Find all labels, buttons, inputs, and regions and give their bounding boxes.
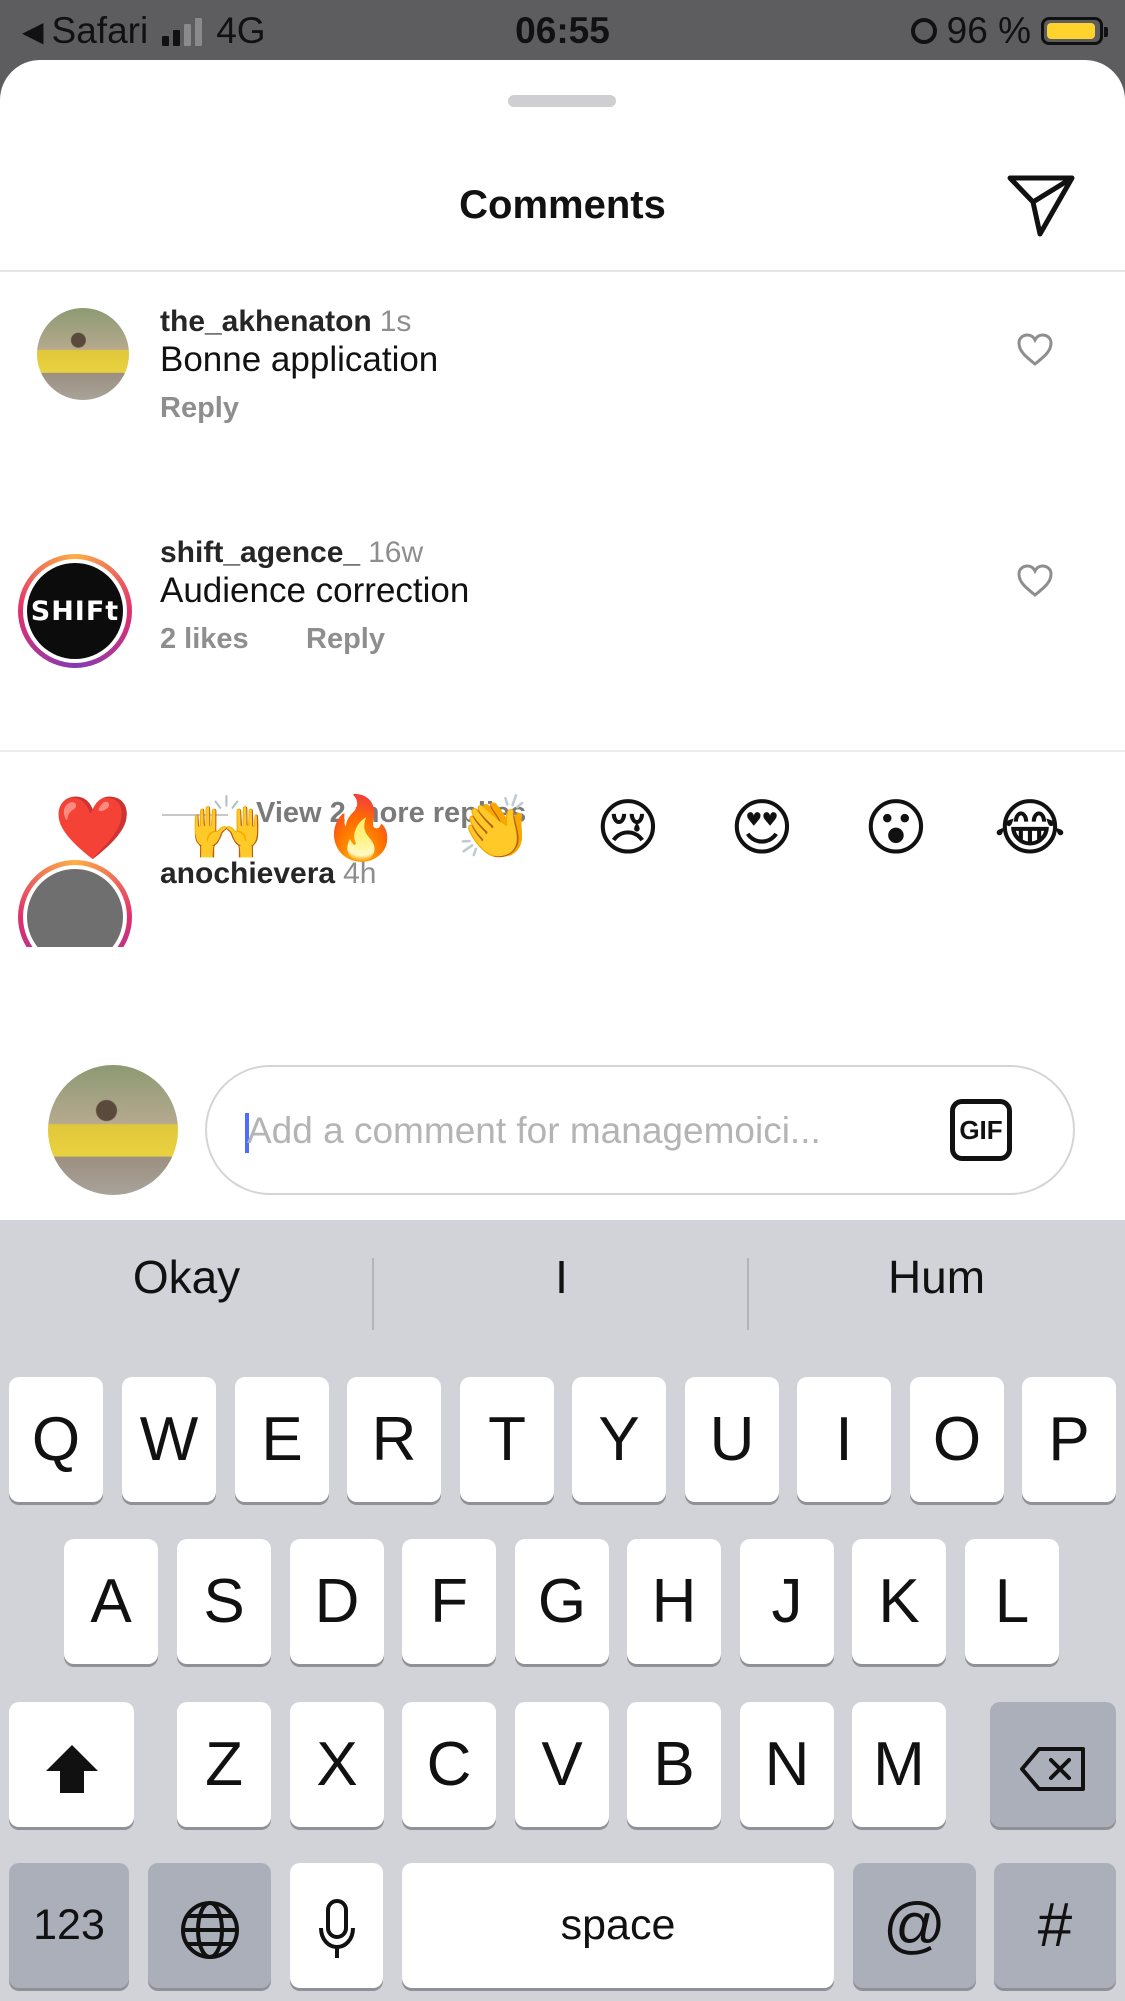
status-bar: ◀ Safari 4G 06:55 96 % <box>0 0 1125 62</box>
battery-percent: 96 % <box>946 10 1031 51</box>
my-avatar[interactable] <box>48 1065 178 1195</box>
page-title: Comments <box>459 183 666 227</box>
comment-text: Audience correction <box>160 571 470 610</box>
battery-icon <box>1041 17 1108 45</box>
emoji-surprised[interactable]: 😮 <box>858 790 934 866</box>
key-n[interactable]: N <box>740 1702 834 1827</box>
emoji-crying[interactable]: 😢 <box>590 790 666 866</box>
key-z[interactable]: Z <box>177 1702 271 1827</box>
sheet-grabber[interactable] <box>508 95 616 107</box>
suggestion-divider <box>747 1258 749 1330</box>
emoji-raised-hands[interactable]: 🙌 <box>188 790 265 866</box>
key-p[interactable]: P <box>1022 1377 1116 1502</box>
key-f[interactable]: F <box>402 1539 496 1664</box>
avatar-ring: SHIFt <box>23 559 127 663</box>
emoji-reactions-bar: ❤️ 🙌 🔥 👏 😢 😍 😮 😂 <box>0 750 1125 864</box>
avatar-photo <box>27 869 123 947</box>
key-x[interactable]: X <box>290 1702 384 1827</box>
key-d[interactable]: D <box>290 1539 384 1664</box>
key-b[interactable]: B <box>627 1702 721 1827</box>
comment-time: 1s <box>379 305 412 338</box>
globe-key[interactable] <box>148 1863 271 1988</box>
key-l[interactable]: L <box>965 1539 1059 1664</box>
comment-input[interactable]: Add a comment for managemoici... <box>205 1065 1075 1195</box>
microphone-icon <box>318 1898 355 1958</box>
send-icon[interactable] <box>1006 172 1076 238</box>
username-text[interactable]: the_akhenaton <box>160 305 372 338</box>
comments-sheet: Comments the_akhenaton 1s Bonne applicati… <box>0 60 1125 1220</box>
comment-placeholder: Add a comment for managemoici... <box>247 1110 821 1151</box>
key-e[interactable]: E <box>235 1377 329 1502</box>
comment-time: 16w <box>368 536 424 569</box>
space-key[interactable]: space <box>402 1863 834 1988</box>
key-h[interactable]: H <box>627 1539 721 1664</box>
emoji-heart[interactable]: ❤️ <box>54 790 131 866</box>
reply-button[interactable]: Reply <box>306 623 385 656</box>
key-y[interactable]: Y <box>572 1377 666 1502</box>
key-i[interactable]: I <box>797 1377 891 1502</box>
key-o[interactable]: O <box>910 1377 1004 1502</box>
reply-button[interactable]: Reply <box>160 392 239 425</box>
predictive-bar: Okay I Hum <box>0 1220 1125 1335</box>
suggestion-okay[interactable]: Okay <box>0 1220 373 1335</box>
emoji-heart-eyes[interactable]: 😍 <box>724 790 800 866</box>
keyboard: Okay I Hum Q W E R T Y U I O P A S D F G… <box>0 1220 1125 2001</box>
key-q[interactable]: Q <box>9 1377 103 1502</box>
suggestion-divider <box>372 1258 374 1330</box>
gif-button[interactable]: GIF <box>950 1099 1012 1161</box>
comment-text: Bonne application <box>160 340 439 379</box>
comment-username[interactable]: shift_agence_ 16w <box>160 536 423 570</box>
likes-count[interactable]: 2 likes <box>160 623 249 656</box>
shift-arrow-icon <box>45 1744 98 1793</box>
key-t[interactable]: T <box>460 1377 554 1502</box>
key-c[interactable]: C <box>402 1702 496 1827</box>
numbers-key[interactable]: 123 <box>9 1863 129 1988</box>
username-text[interactable]: shift_agence_ <box>160 536 360 569</box>
avatar[interactable] <box>18 860 132 947</box>
avatar[interactable] <box>37 308 129 400</box>
hash-key[interactable]: # <box>994 1863 1116 1988</box>
avatar-ring <box>23 865 127 947</box>
key-j[interactable]: J <box>740 1539 834 1664</box>
key-m[interactable]: M <box>852 1702 946 1827</box>
key-u[interactable]: U <box>685 1377 779 1502</box>
key-g[interactable]: G <box>515 1539 609 1664</box>
like-heart-icon[interactable] <box>1016 332 1054 368</box>
key-r[interactable]: R <box>347 1377 441 1502</box>
key-a[interactable]: A <box>64 1539 158 1664</box>
at-key[interactable]: @ <box>853 1863 976 1988</box>
globe-icon <box>180 1900 239 1959</box>
avatar[interactable]: SHIFt <box>18 554 132 668</box>
backspace-icon <box>1020 1746 1085 1791</box>
key-w[interactable]: W <box>122 1377 216 1502</box>
emoji-clap[interactable]: 👏 <box>456 790 533 866</box>
like-heart-icon[interactable] <box>1016 563 1054 599</box>
emoji-fire[interactable]: 🔥 <box>322 790 399 866</box>
shift-key[interactable] <box>9 1702 134 1827</box>
suggestion-i[interactable]: I <box>375 1220 748 1335</box>
key-k[interactable]: K <box>852 1539 946 1664</box>
key-v[interactable]: V <box>515 1702 609 1827</box>
dictation-key[interactable] <box>290 1863 383 1988</box>
suggestion-hum[interactable]: Hum <box>750 1220 1123 1335</box>
status-right: 96 % <box>910 10 1108 52</box>
delete-key[interactable] <box>990 1702 1116 1827</box>
comment-username[interactable]: the_akhenaton 1s <box>160 305 411 339</box>
alarm-icon <box>910 18 937 44</box>
shift-logo: SHIFt <box>27 563 123 659</box>
key-s[interactable]: S <box>177 1539 271 1664</box>
emoji-laughing[interactable]: 😂 <box>992 790 1068 866</box>
